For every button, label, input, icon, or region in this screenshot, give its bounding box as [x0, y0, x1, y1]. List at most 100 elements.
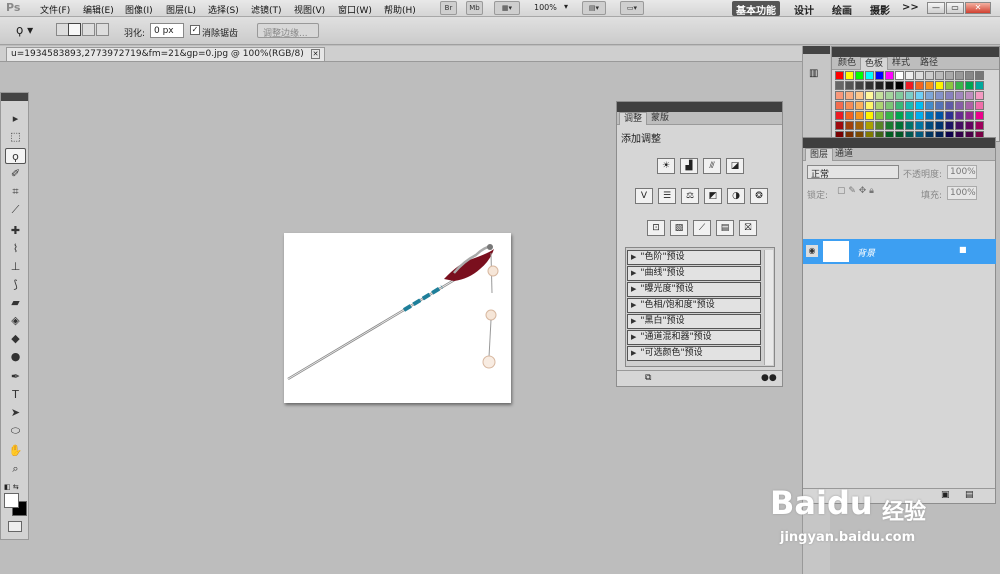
color-swatch[interactable] — [875, 81, 884, 90]
color-swatch[interactable] — [895, 81, 904, 90]
layers-panel-header[interactable] — [803, 138, 995, 148]
preset-black-white[interactable]: ▶ "黑白"预设 — [627, 314, 761, 329]
color-swatch[interactable] — [835, 121, 844, 130]
posterize-icon[interactable]: ▧ — [670, 220, 688, 236]
color-swatch[interactable] — [975, 81, 984, 90]
lock-icons[interactable]: ▢ ✎ ✥ 🔒︎ — [837, 186, 874, 196]
curves-icon[interactable]: ⫻ — [703, 158, 721, 174]
color-swatch[interactable] — [885, 101, 894, 110]
menu-window[interactable]: 窗口(W) — [338, 3, 372, 16]
color-swatch[interactable] — [845, 101, 854, 110]
menu-select[interactable]: 选择(S) — [208, 3, 239, 16]
color-swatch[interactable] — [885, 81, 894, 90]
document-tab[interactable]: u=1934583893,2773972719&fm=21&gp=0.jpg @… — [6, 47, 326, 61]
color-swatch[interactable] — [895, 91, 904, 100]
mini-bridge-button[interactable]: Mb — [466, 1, 483, 15]
invert-icon[interactable]: ⊡ — [647, 220, 665, 236]
tab-swatches[interactable]: 色板 — [860, 57, 889, 70]
color-swatch[interactable] — [865, 71, 874, 80]
color-swatch[interactable] — [965, 111, 974, 120]
view-extras-icon[interactable]: ▦▾ — [494, 1, 520, 15]
healing-tool[interactable]: ✚ — [5, 223, 26, 239]
color-swatch[interactable] — [845, 81, 854, 90]
black-white-icon[interactable]: ◩ — [704, 188, 722, 204]
color-swatch[interactable] — [845, 91, 854, 100]
toolbox-header[interactable] — [1, 93, 28, 101]
minimize-button[interactable]: — — [927, 2, 945, 14]
color-swatch[interactable] — [895, 101, 904, 110]
workspace-design[interactable]: 设计 — [790, 1, 818, 17]
color-swatch[interactable] — [865, 81, 874, 90]
preset-exposure[interactable]: ▶ "曝光度"预设 — [627, 282, 761, 297]
color-swatch[interactable] — [935, 121, 944, 130]
menu-image[interactable]: 图像(I) — [125, 3, 153, 16]
move-tool[interactable]: ▸ — [5, 111, 26, 127]
close-tab-icon[interactable]: ✕ — [310, 49, 321, 59]
workspace-essentials[interactable]: 基本功能 — [732, 1, 780, 17]
color-swatch[interactable] — [965, 71, 974, 80]
color-swatch[interactable] — [925, 101, 934, 110]
color-swatch[interactable] — [935, 101, 944, 110]
color-swatch[interactable] — [855, 91, 864, 100]
options-icon[interactable]: ●● — [761, 373, 777, 383]
color-swatch[interactable] — [835, 71, 844, 80]
presets-scrollbar[interactable] — [764, 250, 773, 365]
tab-adjustments[interactable]: 调整 — [619, 112, 648, 125]
hue-saturation-icon[interactable]: ☰ — [658, 188, 676, 204]
quick-select-tool[interactable]: ✐ — [5, 166, 26, 182]
preset-curves[interactable]: ▶ "曲线"预设 — [627, 266, 761, 281]
color-swatch[interactable] — [915, 91, 924, 100]
color-swatch[interactable] — [875, 121, 884, 130]
color-swatch[interactable] — [885, 111, 894, 120]
color-swatch[interactable] — [915, 71, 924, 80]
dodge-tool[interactable]: ● — [5, 349, 26, 365]
return-to-list-icon[interactable]: ⧉ — [645, 373, 651, 383]
zoom-dropdown-icon[interactable]: ▾ — [564, 2, 568, 11]
menu-help[interactable]: 帮助(H) — [384, 3, 416, 16]
color-swatch[interactable] — [975, 71, 984, 80]
color-swatch[interactable] — [835, 81, 844, 90]
color-swatch[interactable] — [975, 121, 984, 130]
color-swatch[interactable] — [935, 71, 944, 80]
color-swatch[interactable] — [865, 111, 874, 120]
crop-tool[interactable]: ⌗ — [5, 184, 26, 200]
tab-masks[interactable]: 蒙版 — [647, 112, 673, 125]
menu-edit[interactable]: 编辑(E) — [83, 3, 114, 16]
zoom-level[interactable]: 100% — [534, 3, 557, 12]
color-swatch[interactable] — [925, 91, 934, 100]
refine-edge-button[interactable]: 调整边缘... — [257, 23, 319, 39]
vibrance-icon[interactable]: V — [635, 188, 653, 204]
opacity-input[interactable]: 100% — [947, 165, 977, 179]
histogram-panel-icon[interactable]: ▥ — [809, 68, 818, 79]
blend-mode-select[interactable]: 正常 — [807, 165, 899, 180]
hand-tool[interactable]: ✋ — [5, 443, 26, 459]
color-swatch[interactable] — [945, 81, 954, 90]
lasso-tool[interactable]: ϙ — [5, 148, 26, 164]
color-balance-icon[interactable]: ⚖ — [681, 188, 699, 204]
arrange-documents-icon[interactable]: ▤▾ — [582, 1, 606, 15]
history-brush-tool[interactable]: ⟆ — [5, 277, 26, 293]
workspace-painting[interactable]: 绘画 — [828, 1, 856, 17]
foreground-color-swatch[interactable] — [4, 493, 19, 508]
color-swatch[interactable] — [955, 91, 964, 100]
color-swatch[interactable] — [875, 111, 884, 120]
default-colors-icon[interactable]: ◧ ⇆ — [4, 483, 19, 491]
color-swatch[interactable] — [885, 71, 894, 80]
color-swatch[interactable] — [905, 91, 914, 100]
color-swatch[interactable] — [965, 101, 974, 110]
color-swatch[interactable] — [925, 81, 934, 90]
color-swatch[interactable] — [835, 101, 844, 110]
channel-mixer-icon[interactable]: ❂ — [750, 188, 768, 204]
color-swatch[interactable] — [965, 121, 974, 130]
subtract-selection-button[interactable] — [82, 23, 95, 36]
adjustments-panel-header[interactable] — [617, 102, 782, 112]
zoom-tool[interactable]: ⌕ — [5, 461, 26, 477]
color-swatch[interactable] — [975, 111, 984, 120]
color-swatch[interactable] — [965, 81, 974, 90]
blur-tool[interactable]: ◆ — [5, 331, 26, 347]
document-canvas[interactable] — [284, 233, 511, 403]
color-swatch[interactable] — [895, 121, 904, 130]
intersect-selection-button[interactable] — [96, 23, 109, 36]
color-swatch[interactable] — [865, 101, 874, 110]
preset-hue-saturation[interactable]: ▶ "色相/饱和度"预设 — [627, 298, 761, 313]
